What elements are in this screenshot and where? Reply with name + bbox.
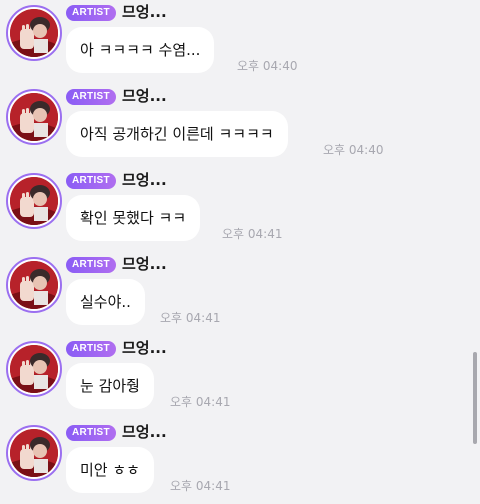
- artist-badge: ARTIST: [66, 257, 116, 273]
- username: 므엉...: [122, 87, 167, 105]
- message-timestamp: 오후 04:40: [323, 143, 384, 157]
- artist-badge: ARTIST: [66, 425, 116, 441]
- chat-message-list[interactable]: ARTIST 므엉... 아 ㅋㅋㅋㅋ 수염... 오후 04:40 ARTIS…: [0, 0, 480, 501]
- message-bubble[interactable]: 아직 공개하긴 이른데 ㅋㅋㅋㅋ: [66, 111, 288, 157]
- avatar[interactable]: [6, 341, 62, 397]
- chat-message: ARTIST 므엉... 아직 공개하긴 이른데 ㅋㅋㅋㅋ 오후 04:40: [0, 84, 480, 168]
- chat-message: ARTIST 므엉... 아 ㅋㅋㅋㅋ 수염... 오후 04:40: [0, 0, 480, 84]
- message-bubble[interactable]: 아 ㅋㅋㅋㅋ 수염...: [66, 27, 215, 73]
- avatar[interactable]: [6, 5, 62, 61]
- avatar[interactable]: [6, 173, 62, 229]
- scrollbar[interactable]: [473, 352, 477, 444]
- message-bubble[interactable]: 실수야..: [66, 279, 145, 325]
- message-timestamp: 오후 04:41: [170, 479, 231, 493]
- message-bubble[interactable]: 미안 ㅎㅎ: [66, 447, 154, 493]
- username: 므엉...: [122, 255, 167, 273]
- chat-message: ARTIST 므엉... 확인 못했다 ㅋㅋ 오후 04:41: [0, 168, 480, 252]
- username: 므엉...: [122, 171, 167, 189]
- chat-message: ARTIST 므엉... 미안 ㅎㅎ 오후 04:41: [0, 420, 480, 504]
- message-bubble[interactable]: 눈 감아줭: [66, 363, 154, 409]
- artist-badge: ARTIST: [66, 341, 116, 357]
- artist-badge: ARTIST: [66, 173, 116, 189]
- artist-badge: ARTIST: [66, 89, 116, 105]
- username: 므엉...: [122, 423, 167, 441]
- artist-badge: ARTIST: [66, 5, 116, 21]
- avatar[interactable]: [6, 425, 62, 481]
- username: 므엉...: [122, 339, 167, 357]
- username: 므엉...: [122, 3, 167, 21]
- chat-message: ARTIST 므엉... 실수야.. 오후 04:41: [0, 252, 480, 336]
- avatar[interactable]: [6, 257, 62, 313]
- chat-message: ARTIST 므엉... 눈 감아줭 오후 04:41: [0, 336, 480, 420]
- message-timestamp: 오후 04:41: [170, 395, 231, 409]
- message-bubble[interactable]: 확인 못했다 ㅋㅋ: [66, 195, 201, 241]
- message-timestamp: 오후 04:40: [237, 59, 298, 73]
- message-timestamp: 오후 04:41: [222, 227, 283, 241]
- avatar[interactable]: [6, 89, 62, 145]
- message-timestamp: 오후 04:41: [160, 311, 221, 325]
